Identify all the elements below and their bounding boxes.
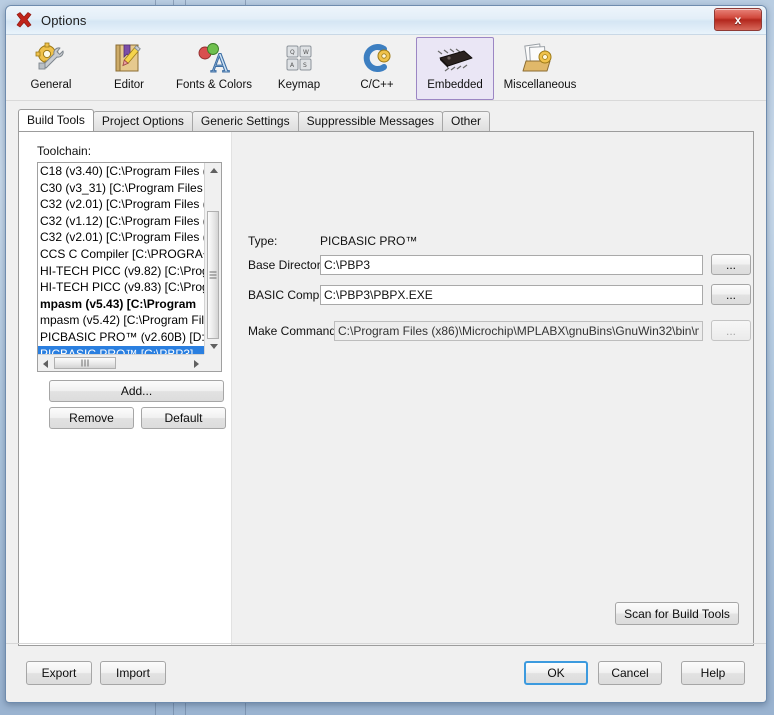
tab-label: Suppressible Messages xyxy=(306,114,434,128)
palette-letter-a-icon: A xyxy=(193,42,235,79)
close-button[interactable]: x xyxy=(714,8,762,31)
list-item-active-toolchain[interactable]: mpasm (v5.43) [C:\Program xyxy=(38,296,204,313)
svg-text:S: S xyxy=(303,62,307,69)
category-c-cpp[interactable]: C/C++ xyxy=(338,37,416,100)
scroll-down-icon[interactable] xyxy=(206,339,221,354)
base-directory-row: Base Directory: ... xyxy=(248,254,751,275)
tab-build-tools[interactable]: Build Tools xyxy=(18,109,94,131)
list-item[interactable]: C30 (v3_31) [C:\Program Files (x8 xyxy=(38,180,204,197)
basic-compiler-input[interactable] xyxy=(320,284,703,305)
documents-gear-icon xyxy=(519,42,561,78)
import-button[interactable]: Import xyxy=(100,661,166,685)
list-item[interactable]: CCS C Compiler [C:\PROGRA~2\P xyxy=(38,246,204,263)
red-x-icon xyxy=(14,10,34,30)
base-directory-label: Base Directory: xyxy=(248,257,331,272)
list-horizontal-scrollbar[interactable] xyxy=(38,354,204,371)
keyboard-keys-icon: QW AS xyxy=(278,42,320,78)
toolchain-label: Toolchain: xyxy=(37,144,92,158)
svg-text:Q: Q xyxy=(290,49,295,56)
category-label: Fonts & Colors xyxy=(175,79,253,91)
scroll-left-icon[interactable] xyxy=(38,356,53,371)
list-item[interactable]: HI-TECH PICC (v9.83) [C:\Progra xyxy=(38,279,204,296)
tab-label: Generic Settings xyxy=(200,114,290,128)
scroll-grip-icon xyxy=(81,359,89,367)
type-label: Type: xyxy=(248,234,278,248)
category-fonts-colors[interactable]: A Fonts & Colors xyxy=(168,37,260,100)
list-item[interactable]: C32 (v1.12) [C:\Program Files (x8 xyxy=(38,213,204,230)
tab-label: Build Tools xyxy=(27,113,85,127)
gear-wrench-icon xyxy=(30,42,72,78)
base-directory-input[interactable] xyxy=(320,254,703,275)
basic-compiler-label: BASIC Compiler: xyxy=(248,287,339,302)
ok-button[interactable]: OK xyxy=(524,661,588,685)
toolchain-list[interactable]: C18 (v3.40) [C:\Program Files (x8 C30 (v… xyxy=(38,163,204,354)
export-button[interactable]: Export xyxy=(26,661,92,685)
scan-for-build-tools-button[interactable]: Scan for Build Tools xyxy=(615,602,739,625)
horizontal-scroll-thumb[interactable] xyxy=(54,357,116,369)
list-vertical-scrollbar[interactable] xyxy=(204,163,221,354)
make-command-row: Make Command: ... xyxy=(248,320,751,341)
add-button[interactable]: Add... xyxy=(49,380,224,402)
category-label: Embedded xyxy=(427,79,483,91)
list-item[interactable]: mpasm (v5.42) [C:\Program Files xyxy=(38,312,204,329)
category-editor[interactable]: Editor xyxy=(90,37,168,100)
toolchain-detail-panel: Type: PICBASIC PRO™ Base Directory: ... … xyxy=(231,132,753,645)
make-command-label: Make Command: xyxy=(248,323,340,338)
category-embedded[interactable]: Embedded xyxy=(416,37,494,100)
svg-text:A: A xyxy=(210,49,230,78)
type-row: Type: PICBASIC PRO™ xyxy=(248,234,417,248)
category-label: Editor xyxy=(113,79,145,91)
dialog-footer: Export Import OK Cancel Help xyxy=(6,643,766,702)
base-directory-browse-button[interactable]: ... xyxy=(711,254,751,275)
tab-strip: Build Tools Project Options Generic Sett… xyxy=(18,109,766,131)
tab-project-options[interactable]: Project Options xyxy=(92,111,193,131)
category-label: Keymap xyxy=(277,79,321,91)
c-plus-plus-icon xyxy=(356,42,398,78)
category-keymap[interactable]: QW AS Keymap xyxy=(260,37,338,100)
category-miscellaneous[interactable]: Miscellaneous xyxy=(494,37,586,100)
svg-text:W: W xyxy=(303,49,309,56)
cancel-button[interactable]: Cancel xyxy=(598,661,662,685)
build-tools-panel: Toolchain: C18 (v3.40) [C:\Program Files… xyxy=(18,131,754,646)
tab-label: Project Options xyxy=(101,114,184,128)
category-label: General xyxy=(30,79,72,91)
list-item[interactable]: C32 (v2.01) [C:\Program Files (x8 xyxy=(38,196,204,213)
vertical-scroll-thumb[interactable] xyxy=(207,211,219,339)
book-pencil-icon xyxy=(108,42,150,78)
basic-compiler-row: BASIC Compiler: ... xyxy=(248,284,751,305)
list-item[interactable]: C32 (v2.01) [C:\Program Files (x8 xyxy=(38,229,204,246)
default-button[interactable]: Default xyxy=(141,407,226,429)
tab-label: Other xyxy=(451,114,482,128)
category-label: C/C++ xyxy=(360,79,394,91)
list-item[interactable]: PICBASIC PRO™ (v2.60B) [D:\PB xyxy=(38,329,204,346)
tab-other[interactable]: Other xyxy=(442,111,491,131)
list-item-selected[interactable]: PICBASIC PRO™ [C:\PBP3] xyxy=(38,345,204,354)
help-button[interactable]: Help xyxy=(681,661,745,685)
scrollbar-corner xyxy=(204,354,221,371)
list-item[interactable]: HI-TECH PICC (v9.82) [C:\Progra xyxy=(38,263,204,280)
title-bar: Options x xyxy=(6,6,766,35)
category-label: Miscellaneous xyxy=(503,79,577,91)
options-dialog: Options x General Editor A Fonts & Color… xyxy=(5,5,767,703)
microchip-icon xyxy=(434,42,476,78)
tab-suppressible-messages[interactable]: Suppressible Messages xyxy=(297,111,443,131)
scroll-grip-icon xyxy=(209,271,217,279)
make-command-input[interactable] xyxy=(334,320,703,341)
close-icon: x xyxy=(734,12,742,27)
scroll-right-icon[interactable] xyxy=(189,356,204,371)
basic-compiler-browse-button[interactable]: ... xyxy=(711,284,751,305)
tab-generic-settings[interactable]: Generic Settings xyxy=(191,111,299,131)
remove-button[interactable]: Remove xyxy=(49,407,134,429)
category-toolbar: General Editor A Fonts & Colors Q W A S … xyxy=(6,35,766,101)
scroll-up-icon[interactable] xyxy=(206,163,221,178)
toolchain-listbox[interactable]: C18 (v3.40) [C:\Program Files (x8 C30 (v… xyxy=(37,162,222,372)
window-title: Options xyxy=(41,12,87,28)
category-general[interactable]: General xyxy=(12,37,90,100)
list-item[interactable]: C18 (v3.40) [C:\Program Files (x8 xyxy=(38,163,204,180)
type-value: PICBASIC PRO™ xyxy=(320,234,418,248)
make-command-browse-button: ... xyxy=(711,320,751,341)
